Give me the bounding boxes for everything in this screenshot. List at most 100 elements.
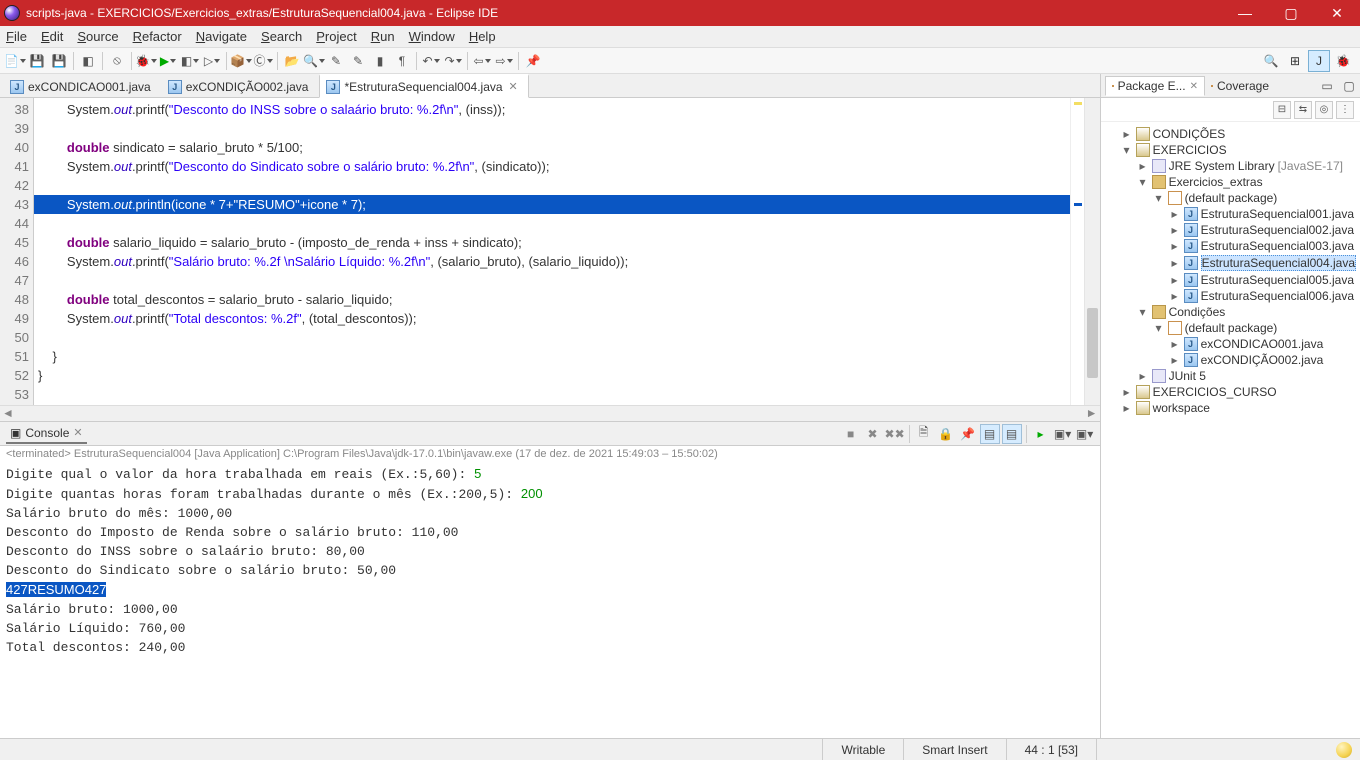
twisty-icon[interactable]: ▸ [1169, 289, 1181, 303]
forward-button[interactable]: ⇨ [495, 52, 513, 70]
view-menu-button[interactable]: ⋮ [1336, 101, 1354, 119]
twisty-icon[interactable]: ▸ [1121, 385, 1133, 399]
tip-icon[interactable] [1336, 742, 1352, 758]
tree-item[interactable]: ▸CONDIÇÕES [1121, 126, 1356, 142]
tree-item[interactable]: ▸JEstruturaSequencial006.java [1169, 288, 1356, 304]
menu-navigate[interactable]: Navigate [196, 29, 247, 44]
show-on-err-button[interactable]: ▤ [1002, 424, 1022, 444]
twisty-icon[interactable]: ▾ [1137, 305, 1149, 319]
terminate-button[interactable]: ■ [841, 424, 861, 444]
clear-console-button[interactable]: 🗎 [914, 424, 934, 444]
pin-editor-button[interactable]: 📌 [524, 52, 542, 70]
collapse-all-button[interactable]: ⊟ [1273, 101, 1291, 119]
search-button[interactable]: 🔍 [305, 52, 323, 70]
tree-item[interactable]: ▸JEstruturaSequencial003.java [1169, 238, 1356, 254]
editor-tab[interactable]: JexCONDICAO001.java [4, 74, 162, 97]
view-tab[interactable]: Package E...✕ [1105, 76, 1205, 96]
twisty-icon[interactable]: ▾ [1137, 175, 1149, 189]
tree-item[interactable]: ▸JEstruturaSequencial002.java [1169, 222, 1356, 238]
close-button[interactable]: ✕ [1314, 0, 1360, 26]
editor-scrollbar-vertical[interactable] [1084, 98, 1100, 405]
twisty-icon[interactable]: ▸ [1169, 207, 1181, 221]
twisty-icon[interactable]: ▾ [1153, 191, 1165, 205]
console-tab[interactable]: ▣ Console ✕ [6, 424, 87, 444]
pin-console-button[interactable]: 📌 [958, 424, 978, 444]
scroll-lock-button[interactable]: 🔒 [936, 424, 956, 444]
save-button[interactable]: 💾 [28, 52, 46, 70]
new-class-button[interactable]: Ⓒ [254, 52, 272, 70]
menu-file[interactable]: File [6, 29, 27, 44]
tree-item[interactable]: ▸JEstruturaSequencial004.java [1169, 254, 1356, 272]
close-icon[interactable]: ✕ [509, 80, 518, 93]
new-package-button[interactable]: 📦 [232, 52, 250, 70]
debug-button[interactable]: 🐞 [137, 52, 155, 70]
menu-help[interactable]: Help [469, 29, 496, 44]
minimize-view-button[interactable]: ▭ [1317, 76, 1337, 96]
open-type-button[interactable]: 📂 [283, 52, 301, 70]
coverage-run-button[interactable]: ◧ [181, 52, 199, 70]
editor-scrollbar-horizontal[interactable]: ◄► [0, 405, 1100, 421]
menu-source[interactable]: Source [77, 29, 118, 44]
prev-annotation-button[interactable]: ↶ [422, 52, 440, 70]
menu-window[interactable]: Window [409, 29, 455, 44]
twisty-icon[interactable]: ▸ [1169, 239, 1181, 253]
maximize-button[interactable]: ▢ [1268, 0, 1314, 26]
menu-run[interactable]: Run [371, 29, 395, 44]
twisty-icon[interactable]: ▸ [1169, 273, 1181, 287]
menu-refactor[interactable]: Refactor [133, 29, 182, 44]
twisty-icon[interactable]: ▾ [1121, 143, 1133, 157]
display-button[interactable]: ▸ [1031, 424, 1051, 444]
new-button[interactable]: 📄 [6, 52, 24, 70]
menu-edit[interactable]: Edit [41, 29, 63, 44]
twisty-icon[interactable]: ▾ [1153, 321, 1165, 335]
toggle-block-button[interactable]: ▮ [371, 52, 389, 70]
tree-item[interactable]: ▸JexCONDIÇÃO002.java [1169, 352, 1356, 368]
view-tab[interactable]: Coverage [1205, 77, 1275, 95]
remove-all-button[interactable]: ✖✖ [885, 424, 905, 444]
toggle-mark-button[interactable]: ✎ [327, 52, 345, 70]
twisty-icon[interactable]: ▸ [1169, 337, 1181, 351]
twisty-icon[interactable]: ▸ [1121, 401, 1133, 415]
new-console-button[interactable]: ▣▾ [1075, 424, 1095, 444]
minimize-button[interactable]: — [1222, 0, 1268, 26]
code-editor[interactable]: System.out.printf("Desconto do INSS sobr… [34, 98, 1070, 405]
twisty-icon[interactable]: ▸ [1169, 256, 1181, 270]
twisty-icon[interactable]: ▸ [1169, 353, 1181, 367]
debug-perspective-button[interactable]: 🐞 [1332, 50, 1354, 72]
close-icon[interactable]: ✕ [1190, 81, 1198, 92]
menu-project[interactable]: Project [316, 29, 356, 44]
save-all-button[interactable]: 💾 [50, 52, 68, 70]
next-annotation-button[interactable]: ↷ [444, 52, 462, 70]
overview-ruler[interactable] [1070, 98, 1084, 405]
twisty-icon[interactable]: ▸ [1137, 159, 1149, 173]
quick-access-button[interactable]: 🔍 [1260, 50, 1282, 72]
tree-item[interactable]: ▸JEstruturaSequencial005.java [1169, 272, 1356, 288]
twisty-icon[interactable]: ▸ [1169, 223, 1181, 237]
editor-tab[interactable]: J*EstruturaSequencial004.java✕ [319, 74, 528, 98]
menu-search[interactable]: Search [261, 29, 302, 44]
tree-item[interactable]: ▾Exercicios_extras [1137, 174, 1356, 190]
open-perspective-button[interactable]: ⊞ [1284, 50, 1306, 72]
open-console-button[interactable]: ▣▾ [1053, 424, 1073, 444]
tree-item[interactable]: ▾(default package) [1153, 320, 1356, 336]
focus-task-button[interactable]: ◎ [1315, 101, 1333, 119]
twisty-icon[interactable]: ▸ [1137, 369, 1149, 383]
editor-tab[interactable]: JexCONDIÇÃO002.java [162, 74, 320, 97]
close-icon[interactable]: ✕ [73, 426, 82, 439]
link-editor-button[interactable]: ⇆ [1294, 101, 1312, 119]
tree-item[interactable]: ▸JRE System Library [JavaSE-17] [1137, 158, 1356, 174]
coverage-button[interactable]: ◧ [79, 52, 97, 70]
tree-item[interactable]: ▸JUnit 5 [1137, 368, 1356, 384]
tree-item[interactable]: ▾(default package) [1153, 190, 1356, 206]
tree-item[interactable]: ▾Condições [1137, 304, 1356, 320]
maximize-view-button[interactable]: ▢ [1339, 76, 1359, 96]
java-perspective-button[interactable]: J [1308, 50, 1330, 72]
tree-item[interactable]: ▸JEstruturaSequencial001.java [1169, 206, 1356, 222]
package-tree[interactable]: ▸CONDIÇÕES▾EXERCICIOS▸JRE System Library… [1101, 122, 1360, 738]
run-last-button[interactable]: ▷ [203, 52, 221, 70]
show-on-out-button[interactable]: ▤ [980, 424, 1000, 444]
skip-breakpoints-button[interactable]: ⦸ [108, 52, 126, 70]
twisty-icon[interactable]: ▸ [1121, 127, 1133, 141]
back-button[interactable]: ⇦ [473, 52, 491, 70]
tree-item[interactable]: ▸JexCONDICAO001.java [1169, 336, 1356, 352]
